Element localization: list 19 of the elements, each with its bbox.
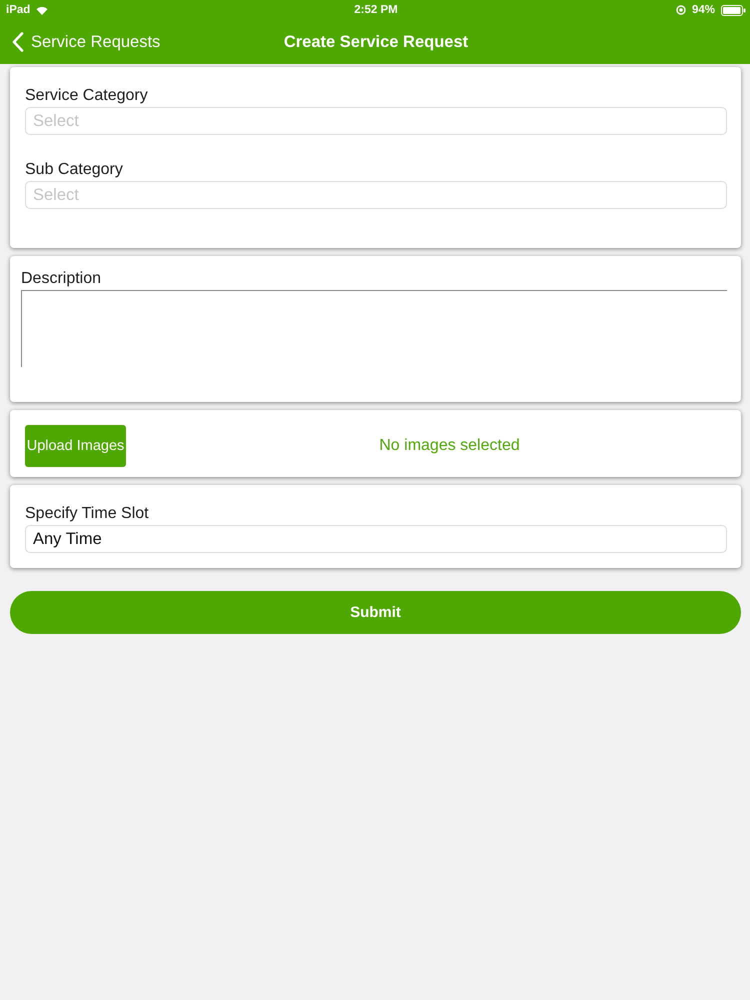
wifi-icon [36,6,48,14]
page-title: Create Service Request [284,32,468,53]
field-label: Service Category [25,87,149,105]
text-field[interactable]: Any Time [25,525,727,553]
device-name: iPad [6,3,30,17]
select-field[interactable]: Select [25,107,727,135]
battery-percent: 94% [692,3,715,17]
status-time: 2:52 PM [354,3,398,17]
field-label: Sub Category [25,161,124,179]
select-field[interactable]: Select [25,181,727,209]
upload-status-text: No images selected [378,437,521,455]
submit-button[interactable]: Submit [10,591,741,634]
battery-icon [721,4,746,16]
chevron-left-icon [12,32,24,52]
field-label: Description [21,270,102,288]
upload-images-button[interactable]: Upload Images [25,425,126,467]
orientation-lock-icon [676,5,686,15]
field-label: Specify Time Slot [25,505,150,523]
back-button[interactable]: Service Requests [12,31,160,53]
